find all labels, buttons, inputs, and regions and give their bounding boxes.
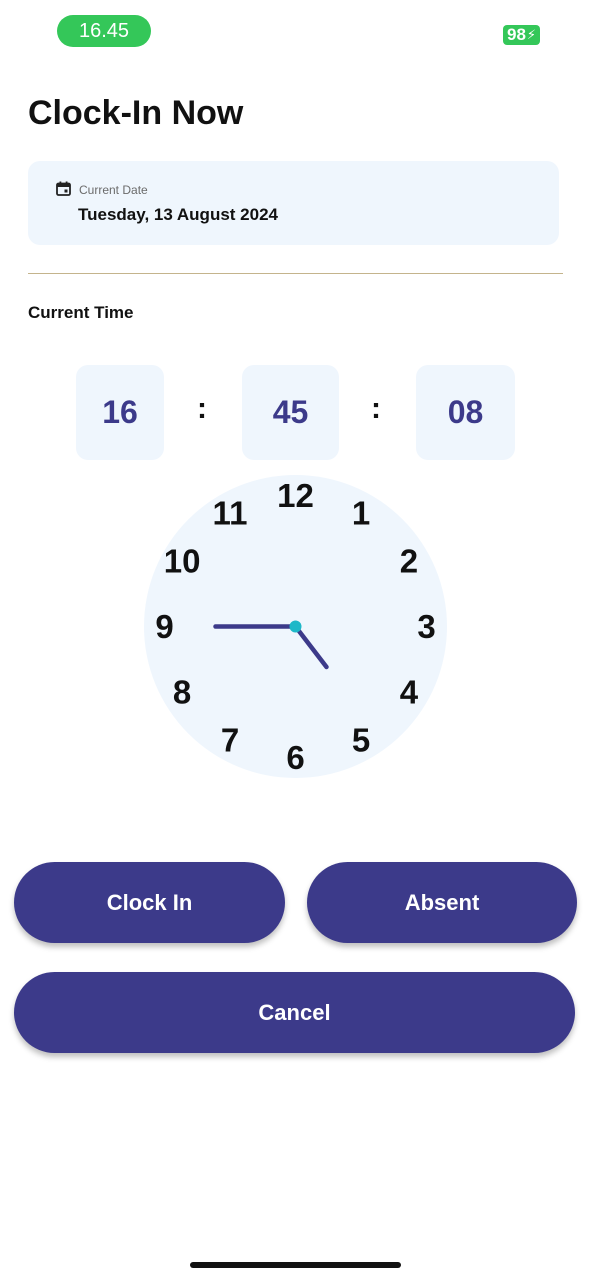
- calendar-icon: [56, 181, 71, 196]
- battery-level: 98: [507, 25, 526, 44]
- clock-number-4: 4: [400, 674, 419, 711]
- time-separator: :: [371, 392, 381, 425]
- page-title: Clock-In Now: [28, 94, 244, 132]
- clock-center: [289, 620, 302, 633]
- absent-button[interactable]: Absent: [307, 862, 577, 943]
- clock-number-6: 6: [286, 739, 304, 776]
- bolt-icon: ⚡: [526, 27, 537, 42]
- current-date-card: Current Date Tuesday, 13 August 2024: [28, 161, 559, 245]
- home-indicator[interactable]: [190, 1262, 401, 1268]
- clock-number-10: 10: [164, 543, 201, 580]
- clock-number-8: 8: [173, 674, 191, 711]
- clock-number-3: 3: [417, 608, 435, 645]
- clock-in-button[interactable]: Clock In: [14, 862, 285, 943]
- clock-in-screen: 16.45 98 ⚡ Clock-In Now Current Date Tue…: [0, 0, 591, 1280]
- minutes-box: 45: [242, 365, 339, 460]
- current-date-value: Tuesday, 13 August 2024: [78, 205, 278, 224]
- analog-clock: 12 12 3 45 6 789 10 11: [144, 475, 447, 778]
- clock-number-11: 11: [213, 495, 248, 532]
- time-separator: :: [197, 392, 207, 425]
- clock-number-7: 7: [221, 721, 239, 758]
- divider: [28, 273, 563, 274]
- clock-number-1: 1: [352, 495, 370, 532]
- clock-number-9: 9: [155, 608, 173, 645]
- current-date-label: Current Date: [79, 183, 148, 197]
- clock-number-2: 2: [400, 543, 418, 580]
- cancel-button[interactable]: Cancel: [14, 972, 575, 1053]
- current-time-label: Current Time: [28, 303, 134, 322]
- clock-number-12: 12: [277, 477, 314, 514]
- hours-box: 16: [76, 365, 164, 460]
- battery-indicator: 98 ⚡: [503, 25, 541, 45]
- status-bar-time: 16.45: [57, 15, 151, 47]
- clock-number-5: 5: [352, 721, 370, 758]
- seconds-box: 08: [416, 365, 515, 460]
